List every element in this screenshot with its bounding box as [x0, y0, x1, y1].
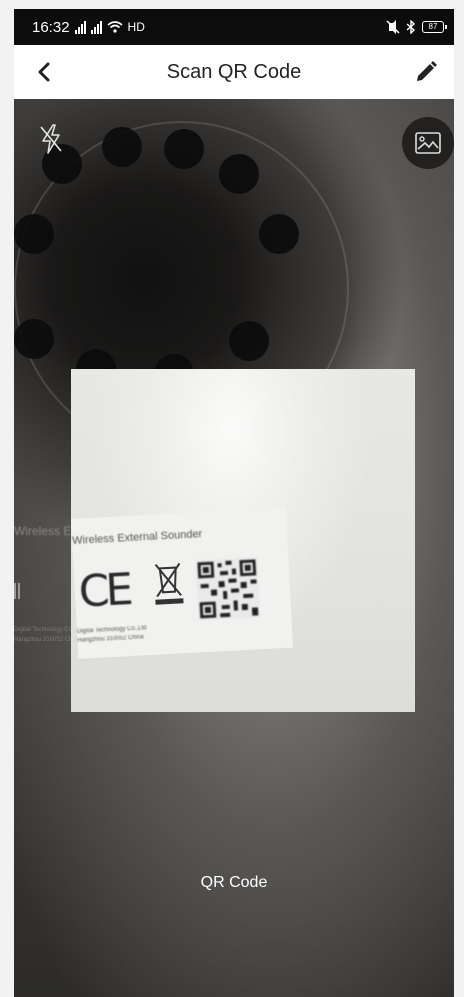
camera-preview: Wireless External Sounder Digital Techno…: [14, 99, 454, 997]
device-label-mark: [14, 583, 20, 599]
page-title: Scan QR Code: [166, 60, 302, 83]
speaker-vent: [14, 319, 54, 359]
bluetooth-icon: [406, 20, 416, 34]
signal-icon: [74, 20, 86, 34]
image-icon: [415, 132, 441, 154]
mute-icon: [386, 20, 400, 34]
sticker-line: Digital Technology Co.,Ltd: [76, 625, 147, 635]
speaker-vent: [14, 214, 54, 254]
phone-screen: 16:32 HD 87 Scan QR Code Wireless Digita…: [14, 9, 454, 997]
ce-mark: CE: [77, 564, 131, 618]
speaker-vent: [164, 129, 204, 169]
chevron-left-icon: [38, 62, 50, 82]
qr-code-icon: [195, 557, 261, 621]
weee-bin-icon: [154, 562, 184, 605]
status-bar: 16:32 HD 87: [14, 9, 454, 45]
pencil-icon: [417, 61, 437, 81]
sticker-title: Wireless External Sounder: [71, 528, 203, 547]
flash-toggle-button[interactable]: [36, 123, 66, 155]
flash-off-icon: [40, 124, 62, 154]
status-time: 16:32: [32, 18, 70, 36]
wifi-icon: [107, 21, 123, 33]
signal-icon-2: [90, 20, 102, 34]
sticker-line: Hangzhou 310052 China: [77, 634, 144, 644]
edit-button[interactable]: [412, 58, 440, 86]
speaker-vent: [102, 127, 142, 167]
speaker-vent: [259, 214, 299, 254]
gallery-button[interactable]: [402, 117, 454, 169]
speaker-vent: [219, 154, 259, 194]
back-button[interactable]: [30, 58, 58, 86]
app-header: Scan QR Code: [14, 45, 454, 99]
speaker-vent: [229, 321, 269, 361]
scan-frame: Wireless External Sounder CE Digital Tec…: [71, 369, 415, 712]
network-type: HD: [127, 20, 145, 34]
battery-icon: 87: [422, 21, 447, 33]
product-label: Wireless External Sounder CE Digital Tec…: [71, 507, 294, 659]
scan-mode-label: QR Code: [200, 874, 268, 891]
